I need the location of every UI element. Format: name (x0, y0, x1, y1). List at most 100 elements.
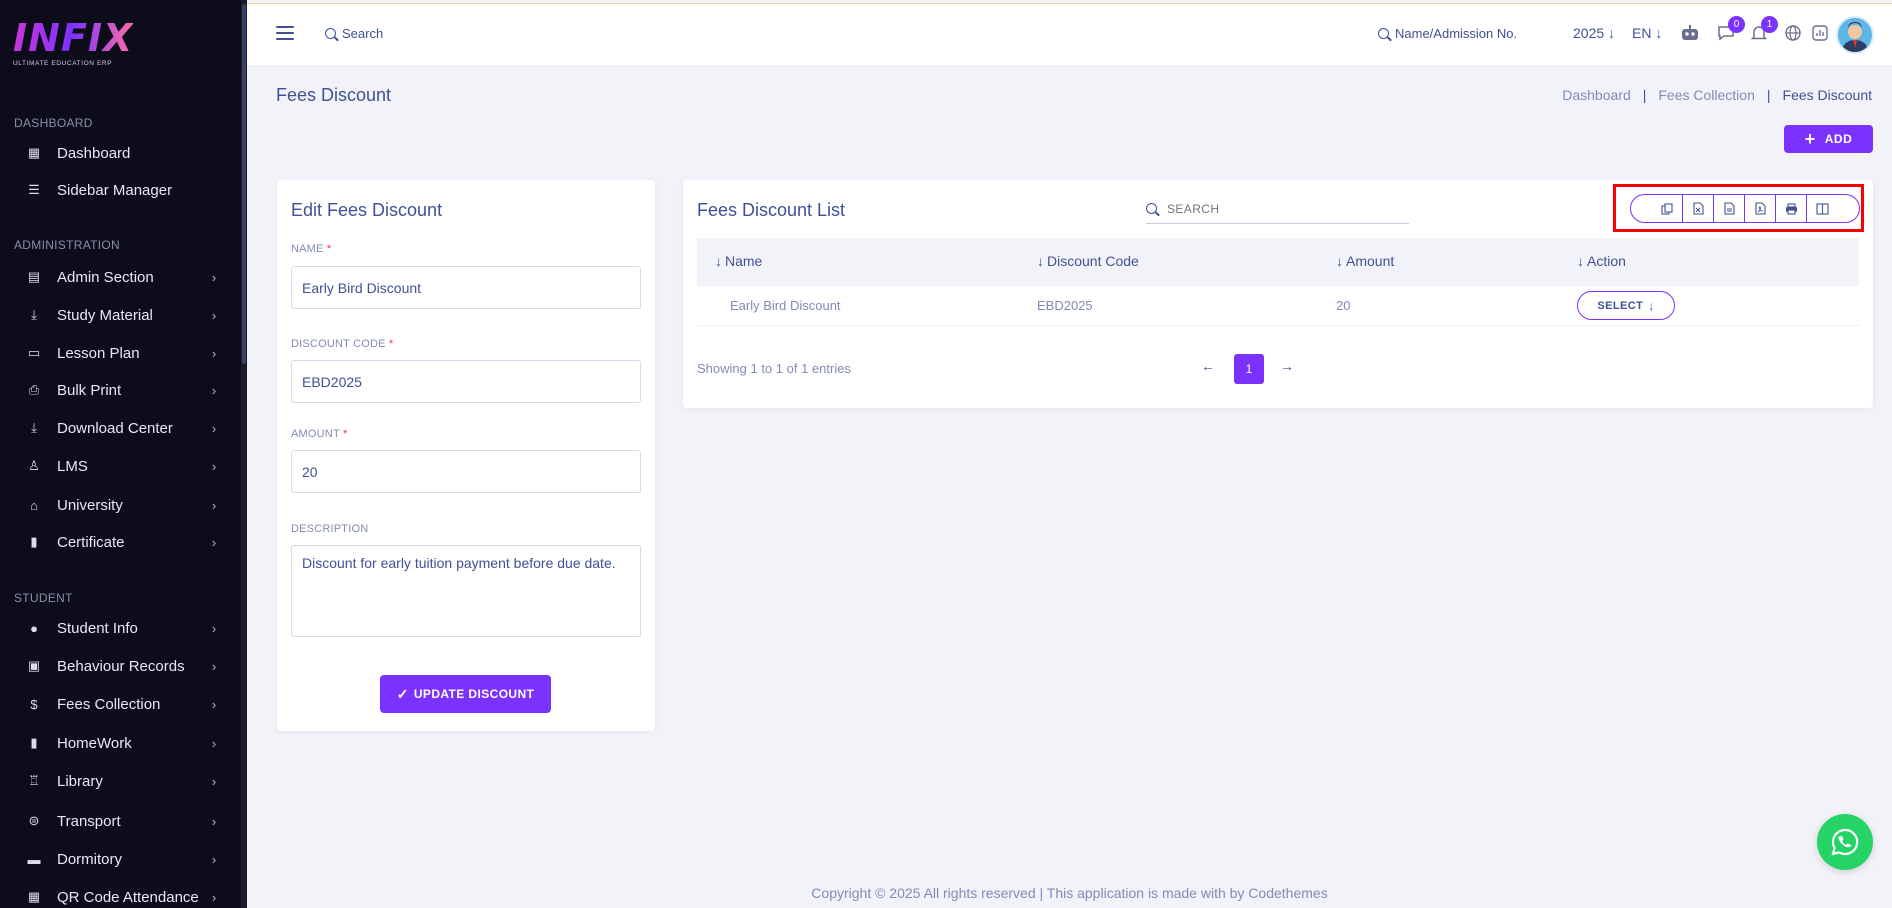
plus-icon: + (1804, 129, 1816, 149)
sidebar-item-behaviour-records[interactable]: ▣ Behaviour Records › (0, 651, 240, 681)
sidebar-item-library[interactable]: ♖ Library › (0, 766, 240, 796)
column-header-label: Action (1587, 253, 1626, 269)
year-select[interactable]: 2025 ↓ (1573, 25, 1615, 41)
dormitory-icon: ▬ (27, 851, 41, 867)
update-discount-button[interactable]: ✓ UPDATE DISCOUNT (380, 675, 551, 713)
update-discount-label: UPDATE DISCOUNT (413, 687, 535, 701)
sidebar-item-sidebar-manager[interactable]: ☰ Sidebar Manager (0, 175, 240, 205)
user-avatar[interactable] (1836, 16, 1874, 54)
sidebar-item-admin-section[interactable]: ▤ Admin Section › (0, 262, 240, 292)
chevron-right-icon: › (211, 889, 217, 905)
sidebar-item-bulk-print[interactable]: ⎙ Bulk Print › (0, 375, 240, 405)
header-search-label: Search (342, 26, 384, 41)
globe-icon[interactable] (1782, 22, 1804, 44)
sidebar-scroll-thumb[interactable] (242, 4, 246, 364)
discount-code-label-text: DISCOUNT CODE (291, 338, 386, 350)
amount-input[interactable] (291, 450, 641, 493)
breadcrumb-fees-collection[interactable]: Fees Collection (1658, 87, 1755, 103)
sidebar-item-homework[interactable]: ▮ HomeWork › (0, 728, 240, 758)
column-header-name[interactable]: ↓ Name (715, 253, 762, 269)
breadcrumb-dashboard[interactable]: Dashboard (1562, 87, 1631, 103)
bell-icon[interactable]: 1 (1748, 16, 1778, 44)
page-title: Fees Discount (276, 85, 392, 105)
app-logo[interactable]: INFIX ULTIMATE EDUCATION ERP (13, 18, 133, 70)
sidebar-item-label: Transport (57, 812, 121, 830)
admission-search[interactable]: Name/Admission No. (1378, 26, 1517, 41)
column-header-action[interactable]: ↓ Action (1577, 253, 1626, 269)
list-search-input[interactable] (1167, 201, 1387, 216)
language-value: EN (1632, 25, 1652, 41)
transport-icon: ⊜ (28, 813, 40, 828)
stats-icon[interactable] (1809, 22, 1831, 44)
whatsapp-icon[interactable] (1817, 814, 1873, 870)
sidebar-item-label: Download Center (57, 419, 173, 437)
pagination-prev-icon[interactable]: ← (1201, 358, 1215, 374)
chat-icon[interactable]: 0 (1715, 16, 1745, 44)
sidebar-item-certificate[interactable]: ▮ Certificate › (0, 527, 240, 557)
export-tools (1630, 194, 1860, 223)
breadcrumb-separator: | (1766, 87, 1771, 103)
robot-icon[interactable] (1679, 22, 1701, 44)
chevron-right-icon: › (211, 534, 217, 550)
section-label-dashboard: DASHBOARD (14, 116, 93, 130)
sidebar-scrollbar[interactable] (241, 0, 247, 908)
sidebar-item-download-center[interactable]: ⤓ Download Center › (0, 413, 240, 443)
search-icon (325, 28, 336, 39)
language-select[interactable]: EN ↓ (1632, 25, 1662, 41)
chevron-right-icon: › (211, 420, 217, 436)
sidebar-item-dormitory[interactable]: ▬ Dormitory › (0, 844, 240, 874)
sidebar-item-student-info[interactable]: ● Student Info › (0, 613, 240, 643)
copy-icon[interactable] (1652, 195, 1683, 222)
required-mark: * (388, 338, 394, 350)
name-label-text: NAME (291, 243, 324, 255)
name-input[interactable] (291, 266, 641, 309)
select-action-button[interactable]: SELECT ↓ (1577, 291, 1675, 320)
add-button[interactable]: + ADD (1784, 125, 1873, 153)
search-icon (1146, 203, 1157, 214)
chevron-right-icon: › (211, 735, 217, 751)
list-search[interactable] (1146, 194, 1409, 224)
sidebar-item-fees-collection[interactable]: $ Fees Collection › (0, 689, 240, 719)
table-header: ↓ Name ↓ Discount Code ↓ Amount ↓ Action (697, 238, 1859, 286)
excel-icon[interactable] (1683, 195, 1714, 222)
list-card-title: Fees Discount List (697, 200, 846, 220)
notifications-badge: 1 (1761, 16, 1778, 33)
chevron-right-icon: › (211, 458, 217, 474)
sort-arrow-icon: ↓ (1336, 253, 1343, 269)
sidebar-item-lms[interactable]: ♙ LMS › (0, 451, 240, 481)
sidebar-item-label: Bulk Print (57, 381, 122, 399)
pdf-icon[interactable] (1745, 195, 1776, 222)
column-header-amount[interactable]: ↓ Amount (1336, 253, 1394, 269)
pagination-current-page[interactable]: 1 (1234, 354, 1264, 384)
csv-icon[interactable] (1714, 195, 1745, 222)
sidebar-item-transport[interactable]: ⊜ Transport › (0, 806, 240, 836)
section-label-student: STUDENT (14, 591, 73, 605)
sidebar-item-dashboard[interactable]: ▦ Dashboard (0, 138, 240, 168)
edit-fees-discount-card: Edit Fees Discount NAME * DISCOUNT CODE … (277, 180, 655, 731)
column-header-label: Discount Code (1047, 253, 1139, 269)
download-icon: ⤓ (31, 307, 37, 322)
chevron-right-icon: › (211, 851, 217, 867)
chevron-right-icon: › (211, 345, 217, 361)
admin-icon: ▤ (27, 269, 41, 284)
sidebar-item-label: Admin Section (57, 268, 154, 286)
sidebar-item-university[interactable]: ⌂ University › (0, 490, 240, 520)
print-icon[interactable] (1776, 195, 1807, 222)
column-header-discount-code[interactable]: ↓ Discount Code (1037, 253, 1139, 269)
table-row: Early Bird Discount EBD2025 20 SELECT ↓ (697, 286, 1859, 326)
sidebar-item-qr-code-attendance[interactable]: ▦ QR Code Attendance › (0, 882, 240, 908)
pagination-next-icon[interactable]: → (1280, 358, 1294, 374)
fees-icon: $ (30, 696, 38, 712)
sidebar-item-label: Study Material (57, 306, 153, 324)
discount-code-input[interactable] (291, 360, 641, 403)
sidebar-item-label: HomeWork (57, 734, 132, 752)
hamburger-menu-icon[interactable] (276, 26, 294, 42)
name-label: NAME * (291, 243, 331, 255)
year-value: 2025 (1573, 25, 1605, 41)
sidebar-item-study-material[interactable]: ⤓ Study Material › (0, 300, 240, 330)
sidebar-item-lesson-plan[interactable]: ▭ Lesson Plan › (0, 338, 240, 368)
check-icon: ✓ (396, 685, 409, 702)
description-textarea[interactable]: Discount for early tuition payment befor… (291, 545, 641, 637)
header-search[interactable]: Search (325, 26, 383, 41)
columns-icon[interactable] (1807, 195, 1838, 222)
